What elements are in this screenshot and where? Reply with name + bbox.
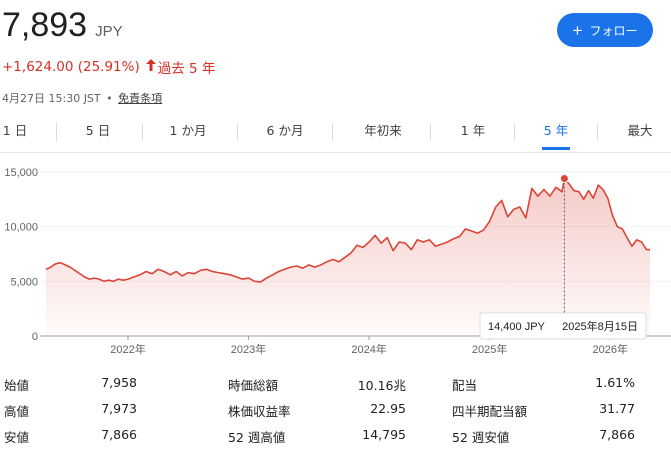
stat-label: 配当 xyxy=(452,378,478,393)
stat-value: 22.95 xyxy=(370,401,406,416)
x-tick-label: 2023年 xyxy=(231,342,266,356)
range-tabs: 1 日 5 日 1 か月 6 か月 年初来 1 年 5 年 最大 xyxy=(0,121,671,151)
stat-value: 7,958 xyxy=(101,375,137,390)
timestamp: 4月27日 15:30 JST xyxy=(2,92,101,105)
x-tick-label: 2026年 xyxy=(592,342,627,356)
tab-1y[interactable]: 1 年 xyxy=(459,121,487,147)
tab-divider xyxy=(430,123,431,141)
follow-button[interactable]: + フォロー xyxy=(557,13,653,47)
stat-value: 7,866 xyxy=(599,427,635,442)
tab-divider xyxy=(237,123,238,141)
stat-value: 7,973 xyxy=(101,401,137,416)
price-change: +1,624.00 (25.91%) 過去 5 年 xyxy=(2,57,215,77)
tab-divider xyxy=(332,123,333,141)
change-period: 過去 5 年 xyxy=(157,61,216,77)
y-tick-label: 0 xyxy=(32,331,38,343)
y-tick-label: 5,000 xyxy=(10,276,38,288)
stat-value: 14,795 xyxy=(362,427,406,442)
tab-5y[interactable]: 5 年 xyxy=(542,121,570,150)
tab-divider xyxy=(56,123,57,141)
current-price: 7,893 xyxy=(2,6,88,44)
separator: • xyxy=(106,92,113,105)
stat-label: 始値 xyxy=(4,378,30,393)
x-tick-label: 2025年 xyxy=(472,342,507,356)
stat-value: 7,866 xyxy=(101,427,137,442)
price-area xyxy=(46,178,650,336)
plus-icon: + xyxy=(572,20,583,40)
hover-point xyxy=(559,174,569,184)
tab-6m[interactable]: 6 か月 xyxy=(262,121,308,147)
stats-row: 始値 7,958 時価総額 10.16兆 配当 1.61% xyxy=(0,375,671,397)
follow-label: フォロー xyxy=(589,23,638,38)
currency-label: JPY xyxy=(95,23,123,40)
tab-ytd[interactable]: 年初来 xyxy=(360,121,406,147)
stat-value: 10.16兆 xyxy=(357,378,406,393)
tooltip-value: 14,400 JPY xyxy=(488,321,546,333)
tab-divider xyxy=(514,123,515,141)
x-tick-label: 2022年 xyxy=(110,342,145,356)
tab-max[interactable]: 最大 xyxy=(624,121,656,147)
stat-label: 高値 xyxy=(4,404,30,419)
tab-divider xyxy=(597,123,598,141)
y-tick-label: 15,000 xyxy=(4,167,38,179)
timestamp-row: 4月27日 15:30 JST • 免責条項 xyxy=(2,90,162,106)
disclaimer-link[interactable]: 免責条項 xyxy=(118,92,162,105)
tab-1d[interactable]: 1 日 xyxy=(2,121,28,147)
stat-label: 四半期配当額 xyxy=(452,404,528,419)
change-value: +1,624.00 (25.91%) xyxy=(2,59,140,75)
stat-label: 52 週安値 xyxy=(452,430,510,445)
stock-chart[interactable]: 15,000 10,000 5,000 0 2022年 2023年 2024年 2025年 2… xyxy=(0,158,671,363)
stat-label: 安値 xyxy=(4,430,30,445)
x-tick-label: 2024年 xyxy=(351,342,386,356)
chart-tooltip: 14,400 JPY 2025年8月15日 xyxy=(479,312,647,340)
stat-value: 31.77 xyxy=(599,401,635,416)
tab-1m[interactable]: 1 か月 xyxy=(165,121,211,147)
tab-divider xyxy=(142,123,143,141)
stat-label: 時価総額 xyxy=(228,378,279,393)
price-header: 7,893 JPY xyxy=(2,6,123,45)
stat-label: 株価収益率 xyxy=(228,404,291,419)
y-tick-label: 10,000 xyxy=(4,222,38,234)
stat-value: 1.61% xyxy=(595,375,635,390)
stat-label: 52 週高値 xyxy=(228,430,286,445)
stats-row: 安値 7,866 52 週高値 14,795 52 週安値 7,866 xyxy=(0,427,671,449)
tabs-divider xyxy=(0,152,671,153)
stats-row: 高値 7,973 株価収益率 22.95 四半期配当額 31.77 xyxy=(0,401,671,423)
arrow-up-icon xyxy=(145,59,156,75)
tab-5d[interactable]: 5 日 xyxy=(84,121,112,147)
tooltip-date: 2025年8月15日 xyxy=(562,319,638,333)
